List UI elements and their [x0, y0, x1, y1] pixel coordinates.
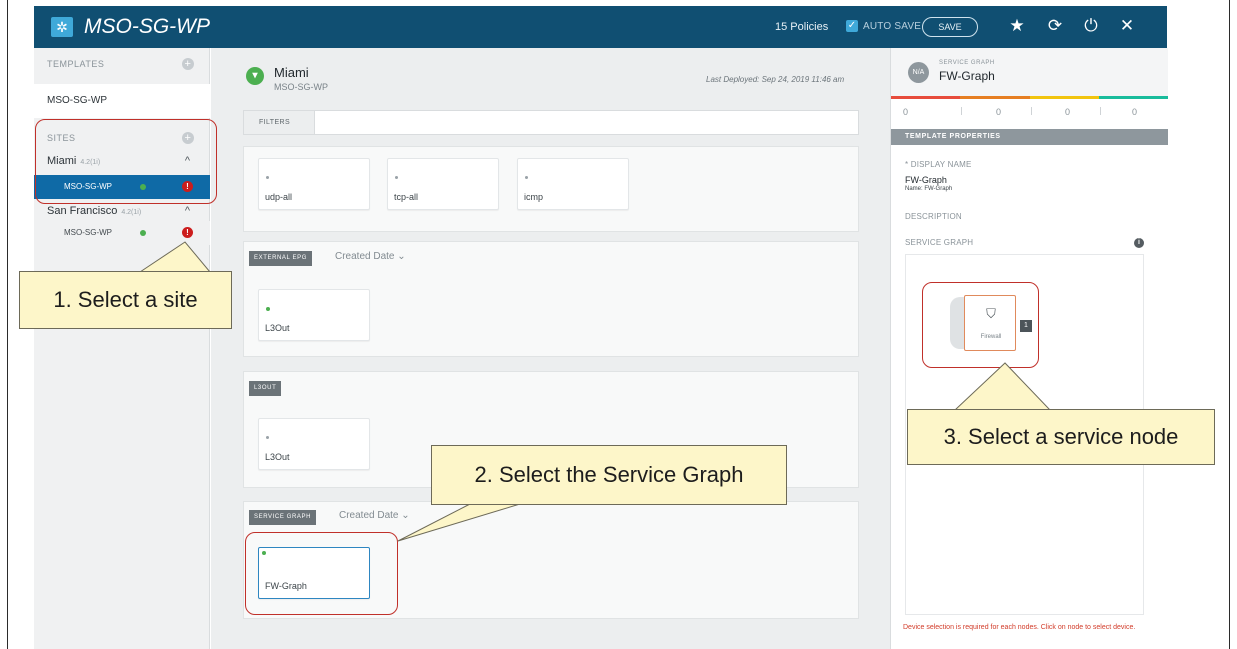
- card-label: udp-all: [265, 192, 293, 202]
- colorbar-segment: [960, 96, 1030, 99]
- section-tag: L3OUT: [249, 381, 282, 396]
- highlight-ring-sites: [35, 119, 217, 204]
- app-title: MSO-SG-WP: [84, 15, 210, 38]
- last-deployed-text: Last Deployed: Sep 24, 2019 11:46 am: [706, 75, 845, 84]
- status-dot-icon: [266, 436, 269, 439]
- site-template-san-francisco[interactable]: MSO-SG-WP !: [34, 221, 210, 245]
- info-icon[interactable]: i: [1134, 238, 1144, 248]
- site-name: San Francisco: [47, 205, 118, 217]
- page-subtitle: MSO-SG-WP: [274, 82, 328, 92]
- filters-label: FILTERS: [244, 111, 315, 134]
- site-status-icon: ▾: [246, 67, 264, 85]
- panel-caption: SERVICE GRAPH: [939, 60, 995, 66]
- site-version: 4.2(1i): [121, 209, 142, 216]
- status-dot-icon: [525, 176, 528, 179]
- app-logo-icon[interactable]: ✲: [51, 17, 73, 37]
- chevron-up-icon[interactable]: ^: [185, 202, 190, 220]
- fault-counts: 0 0 0 0: [891, 107, 1168, 123]
- section-tag: SERVICE GRAPH: [249, 510, 317, 525]
- colorbar-segment: [1029, 96, 1099, 99]
- status-dot-icon: [266, 176, 269, 179]
- filter-card[interactable]: udp-all: [258, 158, 370, 210]
- site-row-san-francisco[interactable]: San Francisco 4.2(1i) ^: [34, 202, 210, 220]
- chevron-down-icon: ⌄: [401, 510, 410, 521]
- power-icon[interactable]: ⏻: [1080, 16, 1102, 36]
- card-label: tcp-all: [394, 192, 419, 202]
- status-dot-icon: [395, 176, 398, 179]
- callout-text: 1. Select a site: [53, 287, 198, 312]
- autosave-label: AUTO SAVE: [863, 21, 922, 32]
- card-label: icmp: [524, 192, 544, 202]
- device-selection-note: Device selection is required for each no…: [903, 624, 1136, 631]
- policies-count[interactable]: 15 Policies: [775, 21, 828, 33]
- star-icon[interactable]: ★: [1006, 16, 1028, 36]
- count-value: 0: [1065, 107, 1071, 117]
- error-icon: !: [182, 227, 193, 238]
- card-label: L3Out: [265, 452, 290, 462]
- callout-text: 2. Select the Service Graph: [474, 462, 744, 487]
- close-icon[interactable]: ✕: [1116, 16, 1138, 36]
- autosave-checkbox[interactable]: ✓: [846, 20, 858, 32]
- card-label: L3Out: [265, 323, 290, 333]
- display-name-value[interactable]: FW-Graph: [905, 175, 947, 185]
- templates-heading: TEMPLATES +: [34, 52, 210, 76]
- filters-section: udp-all tcp-all icmp: [243, 146, 859, 232]
- callout-step-3: 3. Select a service node: [907, 409, 1215, 465]
- count-value: 0: [1132, 107, 1138, 117]
- sort-label: Created Date: [339, 510, 399, 521]
- callout-step-2: 2. Select the Service Graph: [431, 445, 787, 505]
- callout-text: 3. Select a service node: [943, 424, 1179, 449]
- health-colorbar: [891, 96, 1168, 99]
- sort-label: Created Date: [335, 251, 395, 262]
- colorbar-segment: [1098, 96, 1168, 99]
- count-value: 0: [903, 107, 909, 117]
- sidebar-item-template[interactable]: MSO-SG-WP: [34, 84, 210, 118]
- sort-dropdown[interactable]: Created Date ⌄: [339, 510, 410, 521]
- count-divider: [1100, 107, 1101, 115]
- filter-card[interactable]: tcp-all: [387, 158, 499, 210]
- add-template-icon[interactable]: +: [182, 58, 194, 70]
- external-epg-card[interactable]: L3Out: [258, 289, 370, 341]
- templates-heading-label: TEMPLATES: [47, 59, 105, 69]
- section-tag: EXTERNAL EPG: [249, 251, 312, 266]
- filter-card[interactable]: icmp: [517, 158, 629, 210]
- site-template-label: MSO-SG-WP: [64, 228, 112, 237]
- count-divider: [1031, 107, 1032, 115]
- highlight-ring-service-node: [922, 282, 1039, 368]
- panel-header: N/A SERVICE GRAPH FW-Graph: [891, 48, 1168, 96]
- highlight-ring-service-graph: [245, 532, 398, 615]
- screenshot-frame: ✲ MSO-SG-WP 15 Policies ✓ AUTO SAVE SAVE…: [0, 0, 1237, 649]
- display-name-label: * DISPLAY NAME: [905, 160, 972, 169]
- external-epg-section: EXTERNAL EPG Created Date ⌄ L3Out: [243, 241, 859, 357]
- count-value: 0: [996, 107, 1002, 117]
- save-button[interactable]: SAVE: [922, 17, 978, 37]
- frame-border-right: [1229, 0, 1230, 649]
- callout-step-1: 1. Select a site: [19, 271, 232, 329]
- sort-dropdown[interactable]: Created Date ⌄: [335, 251, 406, 262]
- chevron-down-icon: ⌄: [397, 251, 406, 262]
- status-dot-icon: [266, 307, 270, 311]
- display-name-name: Name: FW-Graph: [905, 186, 953, 192]
- page-title: Miami: [274, 65, 309, 80]
- refresh-icon[interactable]: ⟳: [1044, 16, 1066, 36]
- service-graph-label: SERVICE GRAPH: [905, 238, 974, 247]
- template-properties-bar: TEMPLATE PROPERTIES: [891, 129, 1168, 145]
- colorbar-segment: [891, 96, 961, 99]
- filters-bar[interactable]: FILTERS: [243, 110, 859, 135]
- count-divider: [961, 107, 962, 115]
- status-badge: N/A: [908, 62, 929, 83]
- frame-border-left: [7, 0, 8, 649]
- l3out-card[interactable]: L3Out: [258, 418, 370, 470]
- description-label: DESCRIPTION: [905, 212, 962, 221]
- top-header: ✲ MSO-SG-WP 15 Policies ✓ AUTO SAVE SAVE…: [34, 6, 1167, 48]
- status-ok-icon: [140, 230, 146, 236]
- panel-title: FW-Graph: [939, 69, 995, 83]
